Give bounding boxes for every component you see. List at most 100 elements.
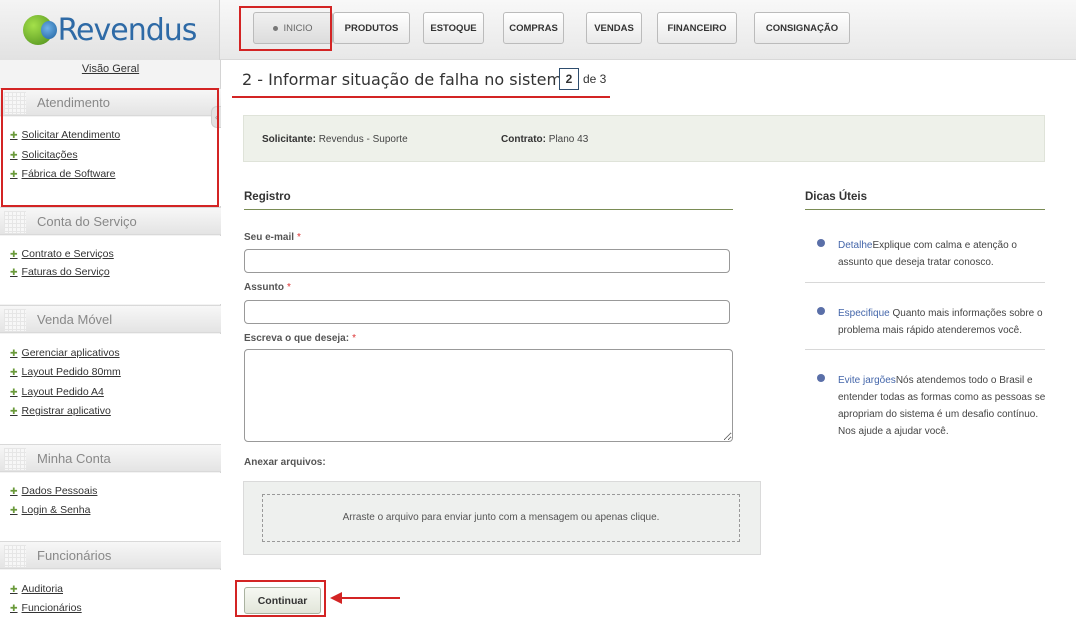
- required-mark: *: [297, 232, 301, 243]
- sidebar-link-label: Layout Pedido A4: [21, 386, 104, 398]
- requester-label: Solicitante:: [262, 134, 316, 145]
- sidebar-section-title: Minha Conta: [37, 451, 111, 466]
- request-info-bar: Solicitante: Revendus - Suporte Contrato…: [243, 115, 1045, 162]
- subject-input[interactable]: [244, 300, 730, 324]
- grid-icon: [4, 448, 26, 470]
- logo-text: Revendus: [57, 12, 198, 48]
- sidebar-section-minha-conta[interactable]: Minha Conta: [0, 444, 221, 472]
- tip-key: Especifique: [838, 308, 890, 319]
- plus-icon: ✚: [10, 405, 18, 416]
- tip-text: DetalheExplique com calma e atenção o as…: [838, 237, 1050, 271]
- tip-separator: [805, 282, 1045, 283]
- nav-vendas[interactable]: VENDAS: [586, 12, 642, 44]
- sidebar-link-funcionarios[interactable]: ✚ Funcionários: [10, 602, 82, 614]
- highlight-title-underline: [232, 96, 610, 98]
- sidebar-section-funcionarios[interactable]: Funcionários: [0, 541, 221, 569]
- highlight-inicio-box: [239, 6, 332, 51]
- sidebar-link-label: Registrar aplicativo: [21, 405, 111, 417]
- logo[interactable]: Revendus: [0, 0, 220, 60]
- email-label: Seu e-mail *: [244, 232, 301, 243]
- attachment-area: Arraste o arquivo para enviar junto com …: [243, 481, 761, 555]
- plus-icon: ✚: [10, 347, 18, 358]
- sidebar-link-label: Layout Pedido 80mm: [21, 366, 121, 378]
- arrow-icon: [330, 592, 400, 604]
- plus-icon: ✚: [10, 248, 18, 259]
- nav-financeiro[interactable]: FINANCEIRO: [657, 12, 737, 44]
- sidebar-link-layout-a4[interactable]: ✚ Layout Pedido A4: [10, 386, 104, 398]
- required-mark: *: [352, 333, 356, 344]
- tip-text: Evite jargõesNós atendemos todo o Brasil…: [838, 372, 1050, 440]
- sidebar-link-dados-pessoais[interactable]: ✚ Dados Pessoais: [10, 485, 97, 497]
- sidebar-link-contrato-servicos[interactable]: ✚ Contrato e Serviços: [10, 248, 114, 260]
- nav-consignacao[interactable]: CONSIGNAÇÃO: [754, 12, 850, 44]
- attach-label: Anexar arquivos:: [244, 457, 326, 468]
- contract-info: Contrato: Plano 43: [501, 134, 588, 145]
- tip-key: Detalhe: [838, 240, 873, 251]
- plus-icon: ✚: [10, 386, 18, 397]
- required-mark: *: [287, 282, 291, 293]
- sidebar-link-auditoria[interactable]: ✚ Auditoria: [10, 583, 63, 595]
- sidebar-section-conta-servico[interactable]: Conta do Serviço: [0, 207, 221, 235]
- sidebar-link-label: Funcionários: [21, 602, 82, 614]
- file-dropzone[interactable]: Arraste o arquivo para enviar junto com …: [262, 494, 740, 542]
- message-label: Escreva o que deseja: *: [244, 333, 356, 344]
- contract-label: Contrato:: [501, 134, 546, 145]
- sidebar-link-label: Faturas do Serviço: [21, 266, 110, 278]
- sidebar-link-registrar-aplicativo[interactable]: ✚ Registrar aplicativo: [10, 405, 111, 417]
- email-input[interactable]: [244, 249, 730, 273]
- bullet-icon: [817, 239, 825, 247]
- bullet-icon: [817, 307, 825, 315]
- sidebar-link-label: Contrato e Serviços: [21, 248, 114, 260]
- grid-icon: [4, 211, 26, 233]
- subject-label-text: Assunto: [244, 282, 284, 293]
- sidebar-link-login-senha[interactable]: ✚ Login & Senha: [10, 504, 90, 516]
- sidebar-section-body: ✚ Auditoria ✚ Funcionários: [0, 570, 221, 624]
- highlight-atendimento-box: [1, 88, 219, 207]
- nav-estoque[interactable]: ESTOQUE: [423, 12, 484, 44]
- sidebar-section-title: Funcionários: [37, 548, 112, 563]
- tips-title: Dicas Úteis: [805, 191, 868, 203]
- sidebar-section-title: Venda Móvel: [37, 312, 113, 327]
- grid-icon: [4, 309, 26, 331]
- sidebar-section-body: ✚ Contrato e Serviços ✚ Faturas do Serviço: [0, 236, 221, 304]
- requester-info: Solicitante: Revendus - Suporte: [262, 134, 408, 145]
- form-section-title: Registro: [244, 191, 291, 203]
- plus-icon: ✚: [10, 583, 18, 594]
- sidebar-section-body: ✚ Dados Pessoais ✚ Login & Senha: [0, 473, 221, 541]
- plus-icon: ✚: [10, 366, 18, 377]
- tips-divider: [805, 209, 1045, 210]
- sidebar-link-gerenciar-aplicativos[interactable]: ✚ Gerenciar aplicativos: [10, 347, 120, 359]
- top-navigation: INICIO PRODUTOS ESTOQUE COMPRAS VENDAS F…: [220, 0, 1076, 60]
- nav-produtos[interactable]: PRODUTOS: [333, 12, 410, 44]
- sidebar-link-label: Dados Pessoais: [21, 485, 98, 497]
- requester-value: Revendus - Suporte: [318, 134, 408, 145]
- message-label-text: Escreva o que deseja:: [244, 333, 350, 344]
- sidebar-link-layout-80mm[interactable]: ✚ Layout Pedido 80mm: [10, 366, 121, 378]
- step-total: de 3: [583, 72, 607, 86]
- grid-icon: [4, 545, 26, 567]
- nav-compras[interactable]: COMPRAS: [503, 12, 564, 44]
- tip-key: Evite jargões: [838, 375, 896, 386]
- plus-icon: ✚: [10, 504, 18, 515]
- sidebar-section-venda-movel[interactable]: Venda Móvel: [0, 305, 221, 333]
- subject-label: Assunto *: [244, 282, 291, 293]
- logo-icon: [22, 15, 57, 45]
- email-label-text: Seu e-mail: [244, 232, 295, 243]
- page-title: 2 - Informar situação de falha no sistem…: [242, 70, 572, 89]
- plus-icon: ✚: [10, 602, 18, 613]
- form-section-divider: [244, 209, 733, 210]
- tip-text: Especifique Quanto mais informações sobr…: [838, 305, 1050, 339]
- sidebar-overview-link[interactable]: Visão Geral: [0, 63, 221, 75]
- step-current: 2: [559, 68, 579, 90]
- plus-icon: ✚: [10, 485, 18, 496]
- plus-icon: ✚: [10, 266, 18, 277]
- highlight-continue-box: [235, 580, 326, 617]
- sidebar-section-title: Conta do Serviço: [37, 214, 137, 229]
- sidebar-link-faturas-servico[interactable]: ✚ Faturas do Serviço: [10, 266, 110, 278]
- message-textarea[interactable]: [244, 349, 733, 442]
- bullet-icon: [817, 374, 825, 382]
- tip-separator: [805, 349, 1045, 350]
- sidebar-link-label: Gerenciar aplicativos: [21, 347, 120, 359]
- sidebar-link-label: Login & Senha: [21, 504, 91, 516]
- sidebar-link-label: Auditoria: [21, 583, 63, 595]
